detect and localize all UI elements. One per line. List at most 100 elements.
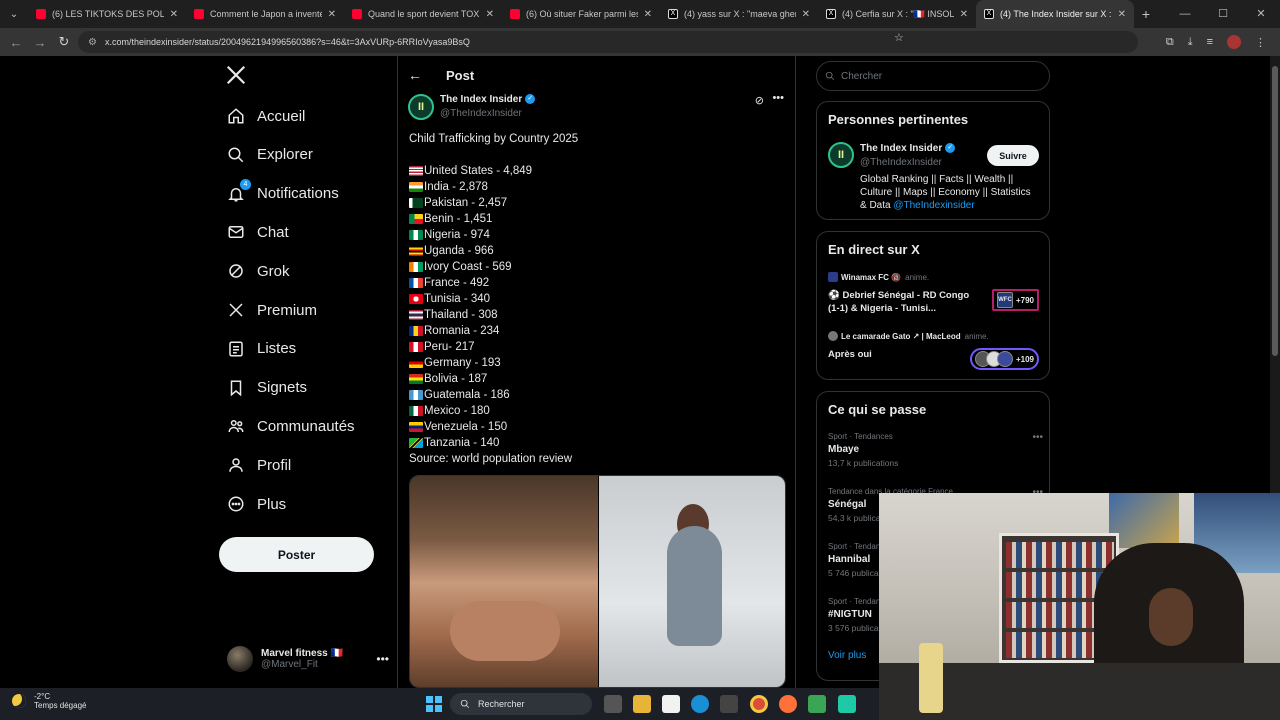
edge-icon[interactable]	[691, 695, 709, 713]
extensions-icon[interactable]: ⧉	[1166, 36, 1174, 49]
country-row-text: Venezuela - 150	[424, 421, 508, 433]
windows-start-icon[interactable]	[426, 696, 442, 712]
follow-button[interactable]: Suivre	[987, 145, 1039, 166]
new-tab-button[interactable]: +	[1134, 6, 1158, 22]
firefox-icon[interactable]	[779, 695, 797, 713]
nav-item-premium[interactable]: Premium	[227, 295, 317, 325]
nav-item-plus[interactable]: Plus	[227, 489, 286, 519]
media-icon[interactable]: ≡	[1207, 36, 1213, 48]
trend-item[interactable]: Sport · Tendances Mbaye 13,7 k publication…	[828, 432, 1043, 468]
close-tab-icon[interactable]: ✕	[1118, 9, 1126, 20]
app-icon[interactable]	[838, 695, 856, 713]
nav-item-label: Plus	[257, 495, 287, 513]
task-view-icon[interactable]	[604, 695, 622, 713]
file-explorer-icon[interactable]	[633, 695, 651, 713]
author-avatar[interactable]: II	[408, 94, 434, 120]
browser-tab[interactable]: X (4) yass sur X : "maeva ghennam ✕	[660, 0, 818, 28]
store-icon[interactable]	[720, 695, 738, 713]
browser-tab[interactable]: (6) LES TIKTOKS DES POLITIQUES ✕	[28, 0, 186, 28]
close-tab-icon[interactable]: ✕	[960, 9, 968, 20]
notepad-icon[interactable]	[662, 695, 680, 713]
download-icon[interactable]: ⤓	[1188, 36, 1193, 49]
browser-tab[interactable]: Comment le Japon a inventé l'a ✕	[186, 0, 344, 28]
close-tab-icon[interactable]: ✕	[170, 9, 178, 20]
country-row: Germany - 193	[409, 355, 779, 371]
chrome-icon[interactable]	[750, 695, 768, 713]
live-host[interactable]: Le camarade Gato ↗ | MacLeod anime.	[828, 331, 989, 341]
more-icon[interactable]: •••	[1032, 432, 1043, 443]
site-info-icon[interactable]: ⚙	[88, 37, 97, 48]
nav-item-communautés[interactable]: Communautés	[227, 411, 355, 441]
post-button[interactable]: Poster	[219, 537, 374, 572]
browser-tab[interactable]: Quand le sport devient TOXIQU ✕	[344, 0, 502, 28]
flag-us-icon	[409, 166, 423, 176]
maximize-icon[interactable]: ☐	[1204, 0, 1242, 28]
youtube-icon	[510, 9, 520, 19]
live-listeners[interactable]: +109	[969, 348, 1039, 370]
country-row-text: Thailand - 308	[424, 309, 498, 321]
flag-bj-icon	[409, 214, 423, 224]
more-icon[interactable]: •••	[376, 652, 389, 666]
nav-item-listes[interactable]: Listes	[227, 334, 296, 364]
live-title[interactable]: ⚽ Debrief Sénégal - RD Congo (1-1) & Nig…	[828, 289, 978, 315]
search-icon	[460, 699, 470, 709]
taskbar-search[interactable]: Rechercher	[450, 693, 592, 715]
address-bar[interactable]: ⚙ x.com/theindexinsider/status/200496219…	[78, 31, 1138, 53]
nav-item-chat[interactable]: Chat	[227, 217, 289, 247]
profile-avatar[interactable]	[1227, 35, 1241, 49]
scrollbar-thumb[interactable]	[1272, 66, 1278, 356]
country-row: Tunisia - 340	[409, 291, 779, 307]
nav-item-profil[interactable]: Profil	[227, 450, 291, 480]
nav-item-notifications[interactable]: 4 Notifications	[227, 178, 339, 209]
close-tab-icon[interactable]: ✕	[328, 9, 336, 20]
tweet-media[interactable]	[409, 475, 786, 688]
country-row: France - 492	[409, 275, 779, 291]
country-row-text: Bolivia - 187	[424, 373, 488, 385]
nav-item-grok[interactable]: Grok	[227, 256, 290, 286]
author-name[interactable]: The Index Insider ✓	[860, 143, 956, 154]
live-logo: WFC	[996, 292, 1013, 308]
reload-icon[interactable]: ↻	[52, 34, 76, 50]
notification-badge: 4	[240, 178, 251, 190]
live-title[interactable]: Après oui	[828, 348, 978, 361]
weather-widget[interactable]: -2°C Temps dégagé	[12, 692, 86, 710]
account-switcher[interactable]: Marvel fitness 🇫🇷 @Marvel_Fit •••	[227, 644, 389, 674]
flag-ve-icon	[409, 422, 423, 432]
menu-icon[interactable]: ⋮	[1255, 36, 1266, 49]
post-author: II The Index Insider ✓ @TheIndexInsider ⊘…	[408, 92, 788, 124]
minimize-icon[interactable]: —	[1166, 0, 1204, 28]
see-more-link[interactable]: Voir plus	[828, 650, 866, 661]
media-image-1[interactable]	[410, 476, 598, 687]
tab-search-icon[interactable]: ⌄	[0, 0, 28, 28]
nav-item-accueil[interactable]: Accueil	[227, 101, 305, 131]
media-image-2[interactable]	[598, 476, 785, 687]
back-arrow-icon[interactable]: ←	[408, 67, 428, 83]
live-listeners[interactable]: WFC +790	[991, 289, 1039, 311]
browser-tab[interactable]: X (4) Cerfia sur X : "🇫🇷 INSOLITE | ✕	[818, 0, 976, 28]
tweet-source: Source: world population review	[409, 453, 573, 465]
country-row: India - 2,878	[409, 179, 779, 195]
xbox-icon[interactable]	[808, 695, 826, 713]
back-arrow-icon[interactable]: ←	[4, 35, 28, 50]
account-name: Marvel fitness 🇫🇷	[261, 648, 343, 659]
forward-arrow-icon[interactable]: →	[28, 35, 52, 50]
grok-icon[interactable]: ⊘	[755, 94, 764, 107]
close-tab-icon[interactable]: ✕	[486, 9, 494, 20]
x-logo-icon[interactable]	[225, 64, 247, 86]
wall-poster	[1109, 493, 1179, 548]
search-input[interactable]: Chercher	[816, 61, 1050, 91]
author-name[interactable]: The Index Insider ✓	[440, 94, 536, 105]
author-avatar[interactable]: II	[828, 142, 854, 168]
close-tab-icon[interactable]: ✕	[644, 9, 652, 20]
browser-tab[interactable]: (6) Où situer Faker parmi les lé ✕	[502, 0, 660, 28]
bio-link[interactable]: @TheIndexinsider	[893, 200, 974, 211]
live-host[interactable]: Winamax FC 🔞 anime.	[828, 272, 929, 282]
browser-tab[interactable]: X (4) The Index Insider sur X : "Ch ✕	[976, 0, 1134, 28]
country-row-text: Benin - 1,451	[424, 213, 493, 225]
more-icon[interactable]: •••	[772, 92, 784, 104]
tab-title: (4) The Index Insider sur X : "Ch	[1000, 9, 1112, 19]
close-tab-icon[interactable]: ✕	[802, 9, 810, 20]
nav-item-explorer[interactable]: Explorer	[227, 140, 313, 170]
close-window-icon[interactable]: ✕	[1242, 0, 1280, 28]
nav-item-signets[interactable]: Signets	[227, 373, 307, 403]
